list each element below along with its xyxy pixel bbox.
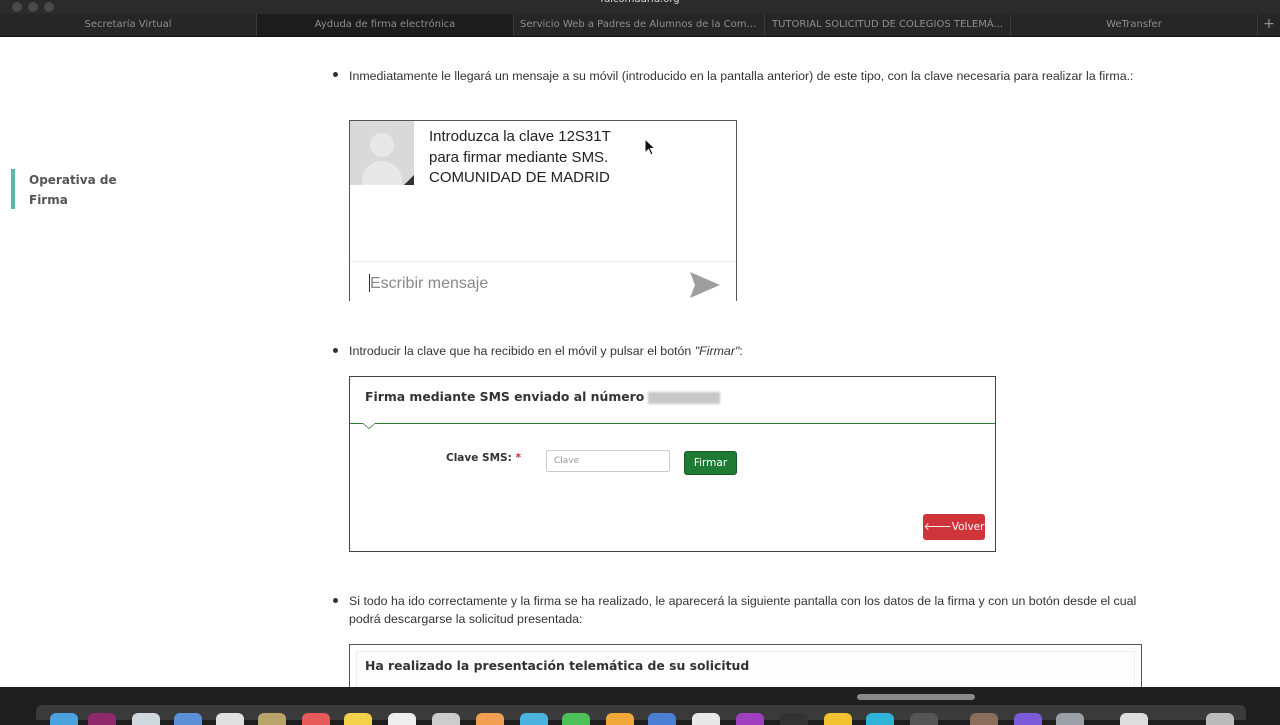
tab-ayuda-firma[interactable]: Ayduda de firma electrónica [257, 14, 514, 36]
app-icon[interactable] [736, 713, 764, 725]
mouse-pointer-icon [645, 139, 657, 156]
app-icon[interactable] [970, 713, 998, 725]
back-arrow-icon: 🡐 [923, 521, 952, 533]
app-icon[interactable] [780, 713, 808, 725]
bullet-icon [333, 598, 338, 603]
contact-avatar-icon [350, 121, 414, 185]
sidebar-item-label: Operativa de Firma [29, 173, 117, 207]
send-icon [690, 272, 720, 298]
bullet-icon [333, 72, 338, 77]
confirmation-panel-image: Ha realizado la presentación telemática … [349, 644, 1142, 687]
new-tab-button[interactable]: + [1258, 14, 1280, 36]
app-icon[interactable] [476, 713, 504, 725]
app-icon[interactable] [910, 713, 938, 725]
step-2-text: Introducir la clave que ha recibido en e… [349, 342, 1049, 360]
tab-tutorial-solicitud[interactable]: TUTORIAL SOLICITUD DE COLEGIOS TELEMÁ... [765, 14, 1011, 36]
sidebar-item-operativa-firma[interactable]: Operativa de Firma [11, 169, 139, 209]
app-icon[interactable] [302, 713, 330, 725]
tab-bar: Secretaría Virtual Ayduda de firma elect… [0, 14, 1280, 37]
clave-sms-label: Clave SMS: * [446, 452, 521, 464]
app-icon[interactable] [648, 713, 676, 725]
page-content: Operativa de Firma Inmediatamente le lle… [0, 37, 1280, 687]
finder-icon[interactable] [50, 713, 78, 725]
app-icon[interactable] [88, 713, 116, 725]
notes-icon[interactable] [344, 713, 372, 725]
sms-compose-placeholder: Escribir mensaje [370, 275, 489, 292]
divider [350, 423, 995, 424]
app-icon[interactable] [866, 713, 894, 725]
app-icon[interactable] [432, 713, 460, 725]
horizontal-scrollbar[interactable] [857, 694, 975, 700]
panel-title-text: Firma mediante SMS enviado al número [365, 389, 645, 404]
volver-button: 🡐Volver [923, 514, 985, 540]
close-window-button[interactable] [12, 2, 22, 12]
calendar-icon[interactable] [216, 713, 244, 725]
required-mark: * [515, 452, 521, 464]
address-bar[interactable]: fulcomadrid.org [520, 0, 760, 8]
bullet-icon [333, 348, 338, 353]
app-icon[interactable] [520, 713, 548, 725]
app-icon[interactable] [1056, 713, 1084, 725]
messages-icon[interactable] [562, 713, 590, 725]
app-icon[interactable] [824, 713, 852, 725]
app-icon[interactable] [174, 713, 202, 725]
firma-sms-panel-image: Firma mediante SMS enviado al número Cla… [349, 376, 996, 552]
window-titlebar: fulcomadrid.org [0, 0, 1280, 14]
step-3-text: Si todo ha ido correctamente y la firma … [349, 594, 1137, 626]
clave-sms-placeholder: Clave [554, 456, 580, 466]
clave-sms-input: Clave [546, 450, 670, 472]
tab-wetransfer[interactable]: WeTransfer [1011, 14, 1258, 36]
sms-line: COMUNIDAD DE MADRID [429, 169, 610, 186]
clave-sms-label-text: Clave SMS: [446, 452, 512, 464]
confirmation-panel-title: Ha realizado la presentación telemática … [365, 658, 750, 673]
app-icon[interactable] [258, 713, 286, 725]
divider-notch-inner [363, 423, 375, 428]
sms-line: Introduzca la clave 12S31T [429, 128, 611, 145]
volver-button-label: Volver [951, 521, 985, 533]
tab-secretaria-virtual[interactable]: Secretaría Virtual [0, 14, 257, 36]
tab-servicio-web-padres[interactable]: Servicio Web a Padres de Alumnos de la C… [514, 14, 765, 36]
app-icon[interactable] [1014, 713, 1042, 725]
firmar-button: Firmar [684, 451, 737, 475]
sms-message-body: Introduzca la clave 12S31T para firmar m… [429, 127, 611, 189]
step-2-firmar-emphasis: "Firmar" [694, 344, 740, 358]
sms-line: para firmar mediante SMS. [429, 148, 609, 166]
redacted-phone-number [648, 391, 721, 404]
step-2-text-main: Introducir la clave que ha recibido en e… [349, 344, 695, 358]
app-icon[interactable] [388, 713, 416, 725]
dock [36, 705, 1246, 725]
sms-compose-field: Escribir mensaje [350, 261, 736, 301]
step-1-text: Inmediatamente le llegará un mensaje a s… [349, 69, 1134, 83]
minimize-window-button[interactable] [28, 2, 38, 12]
zoom-window-button[interactable] [44, 2, 54, 12]
app-icon[interactable] [606, 713, 634, 725]
app-icon[interactable] [692, 713, 720, 725]
app-icon[interactable] [1120, 713, 1148, 725]
sms-message-image: Introduzca la clave 12S31T para firmar m… [349, 120, 737, 301]
trash-icon[interactable] [1206, 713, 1234, 725]
panel-title: Firma mediante SMS enviado al número [365, 389, 721, 404]
app-icon[interactable] [132, 713, 160, 725]
step-2-colon: : [739, 344, 743, 358]
